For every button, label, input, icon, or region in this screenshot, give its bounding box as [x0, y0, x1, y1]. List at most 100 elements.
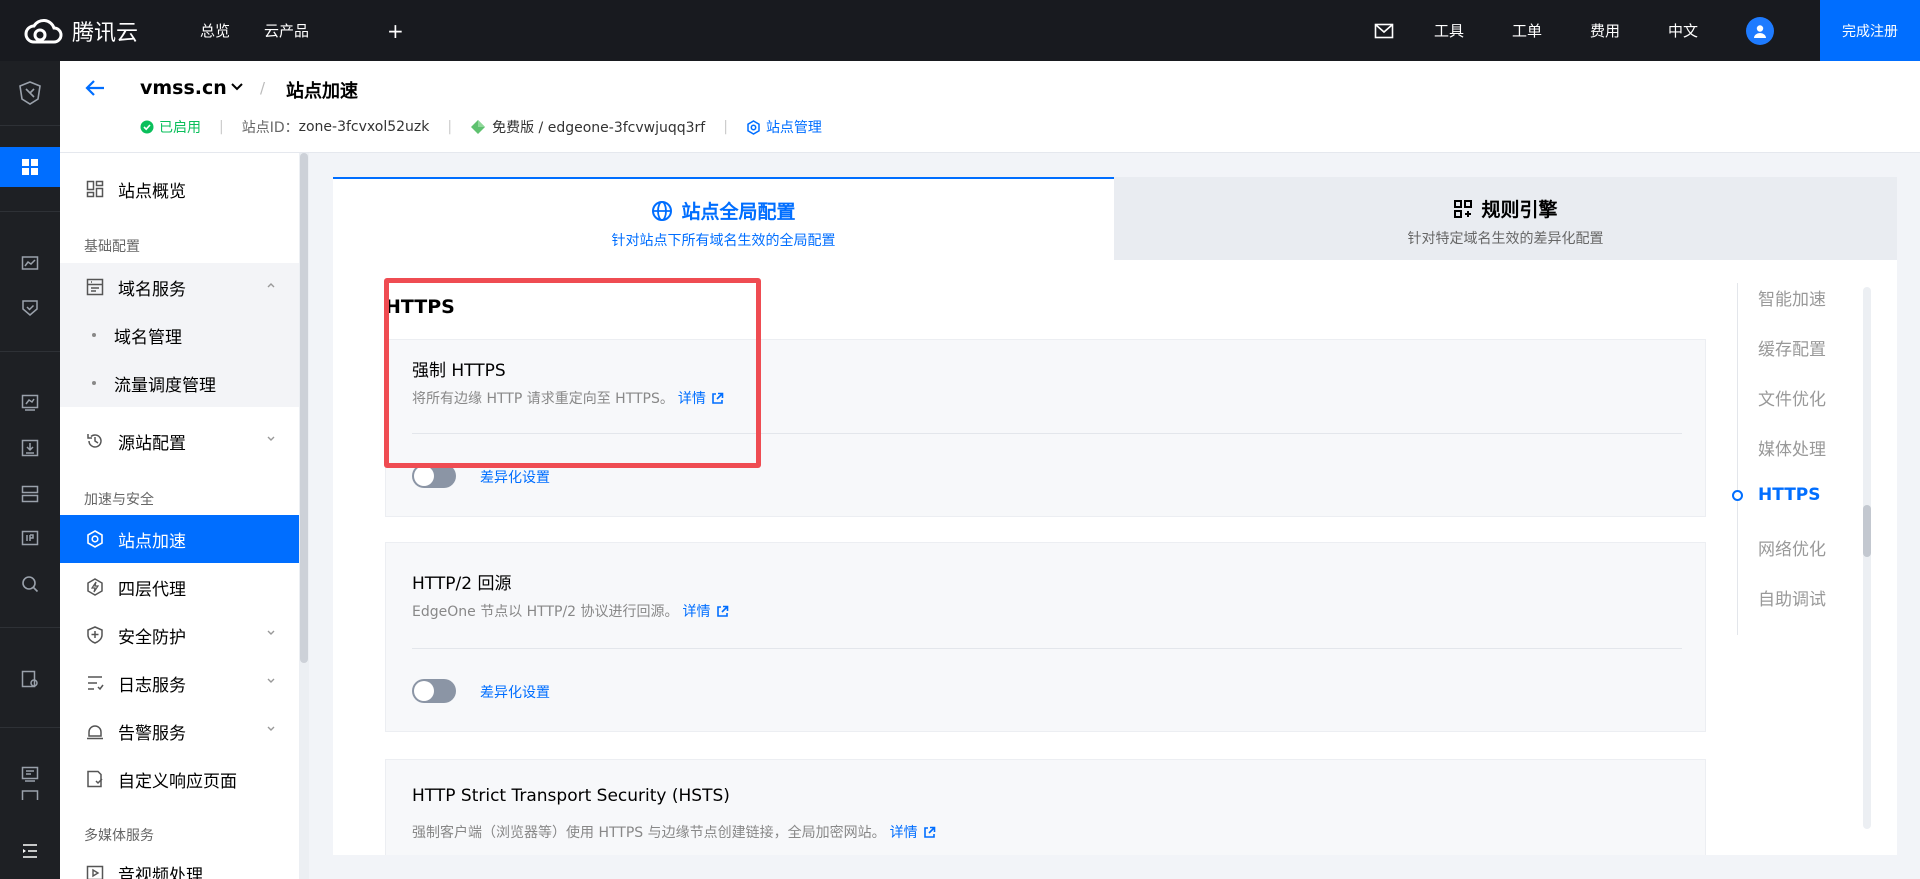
user-icon [1754, 24, 1766, 38]
rail-security[interactable] [0, 288, 60, 328]
rail-servers[interactable] [0, 474, 60, 514]
anchor-file-optimize[interactable]: 文件优化 [1758, 385, 1826, 410]
chart-icon [21, 256, 39, 270]
sidebar-item-traffic-manage[interactable]: 流量调度管理 [60, 359, 300, 407]
sidebar-item-label: 安全防护 [118, 627, 186, 648]
sidebar-item-label: 自定义响应页面 [118, 771, 237, 792]
top-bar: 腾讯云 总览 云产品 + 工具 工单 费用 中文 完成注册 [0, 0, 1920, 61]
card-description: 强制客户端（浏览器等）使用 HTTPS 与边缘节点创建链接，全局加密网站。 详情 [412, 822, 936, 842]
chevron-down-icon [267, 678, 275, 683]
rules-grid-icon [1454, 199, 1473, 218]
detail-link[interactable]: 详情 [890, 822, 936, 842]
chevron-down-icon[interactable] [230, 82, 244, 92]
sidebar-item-label: 流量调度管理 [114, 375, 216, 396]
rail-sites[interactable] [0, 147, 60, 187]
status-badge: 已启用 [140, 117, 201, 137]
sidebar-item-log-service[interactable]: 日志服务 [60, 659, 300, 707]
anchor-network-optimize[interactable]: 网络优化 [1758, 535, 1826, 560]
sidebar-item-l4-proxy[interactable]: 四层代理 [60, 563, 300, 611]
add-shortcut-button[interactable]: + [387, 19, 404, 43]
page-header: vmss.cn / 站点加速 已启用 | 站点ID： zone-3fcvxol5… [60, 61, 1920, 153]
site-name[interactable]: vmss.cn [140, 77, 227, 99]
rail-collapse[interactable] [0, 831, 60, 871]
differentiated-settings-link[interactable]: 差异化设置 [480, 467, 550, 487]
sidebar-item-label: 站点概览 [118, 181, 186, 202]
gear-icon [747, 119, 760, 135]
anchor-https[interactable]: HTTPS [1758, 485, 1821, 505]
rail-download[interactable] [0, 428, 60, 468]
anchor-smart-accel[interactable]: 智能加速 [1758, 285, 1826, 310]
rail-more[interactable] [0, 786, 60, 800]
back-arrow-icon[interactable] [84, 77, 106, 99]
report-icon [21, 394, 39, 411]
avatar[interactable] [1746, 16, 1774, 45]
detail-link[interactable]: 详情 [683, 601, 729, 621]
nav-tools[interactable]: 工具 [1434, 20, 1464, 41]
mail-icon[interactable] [1374, 23, 1394, 39]
panel-scrollbar[interactable] [1863, 287, 1871, 829]
grid-icon [22, 159, 38, 175]
sidebar-item-label: 日志服务 [118, 675, 186, 696]
site-manage-link[interactable]: 站点管理 [746, 117, 822, 137]
nav-overview[interactable]: 总览 [200, 20, 230, 41]
brand-logo[interactable]: 腾讯云 [24, 15, 174, 47]
sidebar-item-label: 域名管理 [114, 327, 182, 348]
card-title: HTTP/2 回源 [412, 574, 512, 594]
sidebar-item-origin-config[interactable]: 源站配置 [60, 417, 300, 465]
alarm-bell-icon [87, 725, 103, 740]
sidebar-item-overview[interactable]: 站点概览 [60, 165, 300, 213]
sidebar-item-custom-page[interactable]: 自定义响应页面 [60, 755, 300, 803]
nav-products[interactable]: 云产品 [264, 20, 309, 41]
sidebar-item-label: 四层代理 [118, 579, 186, 600]
sidebar-item-security[interactable]: 安全防护 [60, 611, 300, 659]
dashboard-icon [86, 180, 104, 198]
anchor-media-process[interactable]: 媒体处理 [1758, 435, 1826, 460]
group-label-basic: 基础配置 [84, 239, 140, 255]
anchor-cache-config[interactable]: 缓存配置 [1758, 335, 1826, 360]
rail-settings[interactable] [0, 659, 60, 699]
complete-registration-button[interactable]: 完成注册 [1820, 0, 1920, 61]
card-description-text: 强制客户端（浏览器等）使用 HTTPS 与边缘节点创建链接，全局加密网站。 [412, 825, 886, 841]
menu-collapse-icon [23, 844, 37, 858]
rail-monitor[interactable] [0, 244, 60, 284]
http2-origin-switch[interactable] [412, 679, 456, 703]
page-icon [87, 770, 103, 788]
rail-report[interactable] [0, 383, 60, 423]
sidebar-item-label: 音视频处理 [118, 865, 203, 879]
plan-info[interactable]: 免费版 / edgeone-3fcvwjuqq3rf [492, 117, 705, 137]
sidebar-item-label: 告警服务 [118, 723, 186, 744]
nav-billing[interactable]: 费用 [1590, 20, 1620, 41]
group-label-media: 多媒体服务 [84, 828, 154, 844]
card-http2-origin: HTTP/2 回源 EdgeOne 节点以 HTTP/2 协议进行回源。 详情 … [385, 542, 1706, 732]
sidebar-item-label: 域名服务 [118, 279, 186, 300]
rail-ip[interactable] [0, 518, 60, 558]
anchor-self-debug[interactable]: 自助调试 [1758, 585, 1826, 610]
ticket-icon [21, 766, 39, 782]
sidebar-scrollbar[interactable] [299, 153, 309, 879]
server-icon [21, 485, 39, 503]
nav-tickets[interactable]: 工单 [1512, 20, 1542, 41]
chevron-up-icon [267, 283, 275, 288]
rail-search[interactable] [0, 564, 60, 604]
site-manage-label: 站点管理 [765, 120, 822, 136]
tab-subtitle: 针对特定域名生效的差异化配置 [1407, 231, 1604, 247]
rail-edgeone[interactable] [0, 73, 60, 113]
tab-rule-engine[interactable]: 规则引擎 针对特定域名生效的差异化配置 [1114, 177, 1897, 260]
tab-title: 站点全局配置 [681, 201, 796, 223]
sidebar-item-av-process[interactable]: 音视频处理 [60, 849, 300, 879]
bolt-hex-icon [87, 578, 103, 596]
shield-icon [87, 626, 103, 644]
globe-icon [652, 200, 673, 221]
sidebar-item-alarm-service[interactable]: 告警服务 [60, 707, 300, 755]
sidebar-item-site-accel[interactable]: 站点加速 [60, 515, 300, 563]
differentiated-settings-link[interactable]: 差异化设置 [480, 682, 550, 702]
tab-title: 规则引擎 [1481, 199, 1558, 221]
tab-global-config[interactable]: 站点全局配置 针对站点下所有域名生效的全局配置 [333, 177, 1114, 260]
sidebar-item-domain-manage[interactable]: 域名管理 [60, 311, 300, 359]
sidebar-item-domain-service[interactable]: 域名服务 [60, 263, 300, 311]
chevron-down-icon [267, 436, 275, 441]
settings-doc-icon [21, 670, 38, 688]
brand-name: 腾讯云 [72, 20, 139, 46]
breadcrumb-separator: / [260, 79, 266, 97]
nav-language[interactable]: 中文 [1668, 20, 1698, 41]
